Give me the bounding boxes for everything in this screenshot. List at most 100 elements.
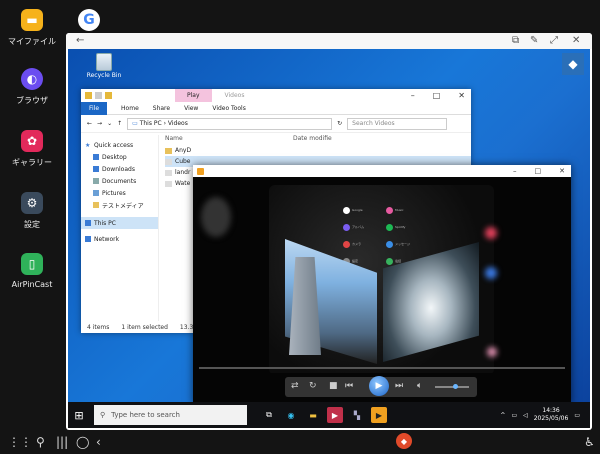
tab-video-tools[interactable]: Video Tools: [212, 105, 246, 112]
launcher-app-airpincast[interactable]: ▯ AirPinCast: [2, 253, 62, 289]
clock[interactable]: 14:36 2025/05/06: [534, 407, 569, 423]
launcher-app-gallery[interactable]: ✿ ギャラリー: [2, 130, 62, 168]
file-name: AnyD: [175, 147, 192, 154]
file-name: Wate: [175, 180, 191, 187]
video-frame[interactable]: Google Music アルバム Spotify カメラ メッセージ 設定 電…: [193, 177, 571, 373]
volume-slider[interactable]: [435, 384, 469, 389]
volume-icon[interactable]: 🔈︎: [417, 381, 422, 391]
tab-share[interactable]: Share: [153, 105, 170, 112]
media-player-icon[interactable]: ▶: [371, 407, 387, 423]
tab-play[interactable]: Play: [175, 89, 212, 102]
minimize-icon[interactable]: –: [513, 167, 517, 175]
breadcrumb-videos[interactable]: Videos: [168, 120, 188, 127]
sidebar-label: Downloads: [102, 165, 135, 173]
stop-icon[interactable]: ■: [329, 381, 338, 391]
windows-start-icon[interactable]: ⊞: [68, 402, 90, 428]
app-label: メッセージ: [395, 242, 410, 246]
notification-icon[interactable]: ▭: [574, 412, 580, 419]
close-icon[interactable]: ✕: [559, 167, 565, 175]
tab-view[interactable]: View: [184, 105, 198, 112]
tab-file[interactable]: File: [81, 101, 108, 115]
launcher-label: ブラウザ: [16, 96, 48, 105]
back-icon[interactable]: ‹: [96, 435, 101, 449]
sidebar-item-documents[interactable]: Documents: [81, 175, 158, 187]
home-icon[interactable]: ◯: [76, 435, 89, 449]
sidebar-item-downloads[interactable]: Downloads: [81, 163, 158, 175]
maximize-icon[interactable]: □: [535, 167, 542, 175]
play-button[interactable]: ▶: [369, 376, 389, 396]
launcher-app-google[interactable]: G: [59, 9, 119, 31]
chevron-up-icon[interactable]: ^: [500, 412, 505, 419]
path-input[interactable]: ▭ This PC › Videos: [127, 117, 333, 130]
next-icon[interactable]: ⏭: [395, 381, 403, 391]
sidebar-item-this-pc[interactable]: This PC: [81, 217, 158, 229]
airpin-app-icon[interactable]: ◆: [396, 433, 412, 449]
volume-knob[interactable]: [453, 384, 458, 389]
launcher-app-settings[interactable]: ⚙ 設定: [2, 192, 62, 230]
file-row[interactable]: AnyD: [165, 145, 471, 156]
recycle-bin[interactable]: Recycle Bin: [84, 53, 124, 79]
column-name[interactable]: Name: [165, 135, 293, 145]
repeat-icon[interactable]: ↻: [309, 381, 317, 391]
address-bar: ← → ⌄ ↑ ▭ This PC › Videos ↻ Search Vide…: [81, 115, 471, 133]
windows-desktop: Recycle Bin ◆ Play Videos – □ ✕ File Hom…: [68, 49, 590, 428]
back-arrow-icon[interactable]: ←: [76, 35, 84, 46]
folder-icon: [93, 202, 99, 208]
chevron-down-icon[interactable]: ⌄: [107, 120, 112, 127]
search-icon[interactable]: ⚲: [36, 435, 45, 449]
media-app-icon[interactable]: ▶: [327, 407, 343, 423]
shuffle-icon[interactable]: ⇄: [291, 381, 299, 391]
previous-icon[interactable]: ⏮: [345, 381, 353, 391]
launcher-label: AirPinCast: [11, 280, 53, 289]
accessibility-icon[interactable]: ♿︎: [584, 435, 595, 449]
maximize-icon[interactable]: □: [433, 91, 441, 100]
minimize-icon[interactable]: –: [411, 91, 415, 100]
camera-app-icon: [343, 241, 350, 248]
pin-icon[interactable]: ✎: [530, 35, 538, 46]
back-arrow-icon[interactable]: ←: [87, 120, 92, 127]
save-icon[interactable]: [95, 92, 102, 99]
play-icon: ▶: [375, 381, 383, 391]
column-date-modified[interactable]: Date modifie: [293, 135, 332, 145]
launcher-app-browser[interactable]: ◐ ブラウザ: [2, 68, 62, 106]
task-view-icon[interactable]: ⧉: [261, 407, 277, 423]
tab-home[interactable]: Home: [121, 105, 139, 112]
video-file-icon: [165, 158, 172, 165]
seek-bar[interactable]: [199, 367, 565, 369]
launcher-app-myfiles[interactable]: ▬ マイファイル: [2, 9, 62, 47]
copy-icon[interactable]: ⧉: [512, 35, 519, 46]
airpin-diamond-icon[interactable]: ◆: [562, 53, 584, 75]
network-icon: [85, 236, 91, 242]
close-icon[interactable]: ✕: [572, 35, 580, 46]
recents-icon[interactable]: |||: [56, 435, 68, 449]
switch-view-icon[interactable]: ⊞: [555, 177, 562, 178]
search-placeholder: Type here to search: [111, 411, 180, 419]
network-icon[interactable]: ▭: [511, 412, 517, 419]
launcher-label: ギャラリー: [12, 158, 52, 167]
folder-icon[interactable]: [105, 92, 112, 99]
sidebar-item-network[interactable]: Network: [81, 233, 158, 245]
edge-icon[interactable]: ◉: [283, 407, 299, 423]
volume-icon[interactable]: ◁: [523, 412, 528, 419]
app-icon[interactable]: ▚: [349, 407, 365, 423]
browser-icon: ◐: [21, 68, 43, 90]
windows-taskbar: ⊞ ⚲ Type here to search ⧉ ◉ ▬ ▶ ▚ ▶ ^ ▭ …: [68, 402, 590, 428]
app-drawer-icon[interactable]: ⋮⋮: [8, 435, 32, 449]
sidebar-item-test-media[interactable]: テストメディア: [81, 199, 158, 211]
sidebar-item-desktop[interactable]: Desktop: [81, 151, 158, 163]
forward-arrow-icon[interactable]: →: [97, 120, 102, 127]
up-arrow-icon[interactable]: ↑: [117, 120, 122, 127]
refresh-icon[interactable]: ↻: [337, 120, 342, 127]
app-label: 電話: [395, 259, 402, 263]
folder-icon: [165, 147, 172, 154]
file-explorer-icon[interactable]: ▬: [305, 407, 321, 423]
taskbar-search[interactable]: ⚲ Type here to search: [94, 405, 247, 425]
sidebar-item-quick-access[interactable]: ★ Quick access: [81, 139, 158, 151]
search-input[interactable]: Search Videos: [347, 117, 448, 130]
expand-icon[interactable]: ⤢: [550, 35, 558, 46]
sidebar-label: This PC: [94, 219, 116, 227]
file-name: landr: [175, 169, 191, 176]
close-icon[interactable]: ✕: [458, 91, 465, 100]
sidebar-item-pictures[interactable]: Pictures: [81, 187, 158, 199]
breadcrumb-this-pc[interactable]: This PC: [140, 120, 162, 127]
